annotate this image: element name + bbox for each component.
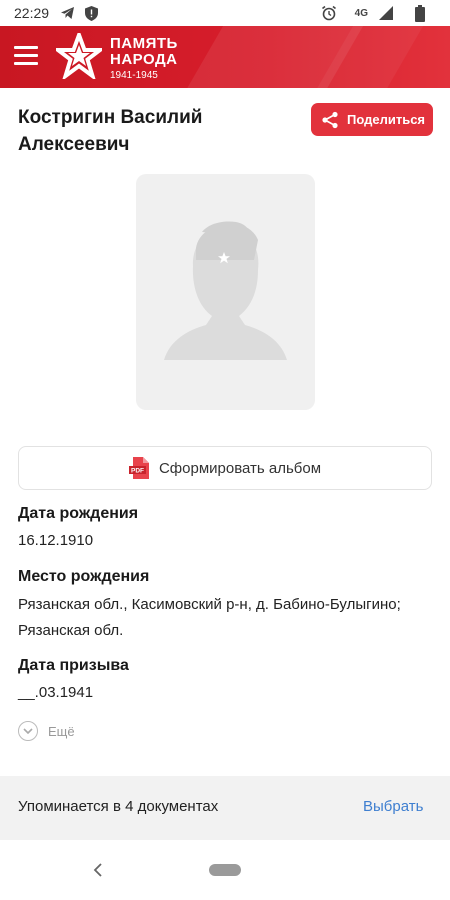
menu-icon-line — [14, 54, 38, 57]
shield-icon — [83, 5, 99, 21]
person-name: Костригин Василий Алексеевич — [18, 107, 203, 155]
draft-date-value: __.03.1941 — [18, 684, 94, 701]
network-type-label: 4G — [354, 7, 368, 19]
more-label: Ещё — [48, 723, 75, 739]
telegram-icon — [59, 5, 75, 21]
back-arrow-icon[interactable] — [88, 858, 108, 882]
menu-icon-line — [14, 46, 38, 49]
birth-date-label: Дата рождения — [18, 505, 139, 522]
share-icon — [322, 111, 338, 128]
app-logo-text: ПАМЯТЬ НАРОДА 1941-1945 — [110, 36, 178, 82]
share-button-label: Поделиться — [347, 112, 426, 127]
home-pill-button[interactable] — [209, 864, 241, 876]
battery-icon — [412, 4, 428, 22]
select-documents-link[interactable]: Выбрать — [363, 798, 423, 815]
menu-button[interactable] — [14, 46, 38, 66]
pdf-icon: PDF — [128, 457, 149, 479]
birth-place-label: Место рождения — [18, 568, 150, 585]
documents-count-text: Упоминается в 4 документах — [18, 798, 219, 815]
soldier-silhouette-icon — [164, 221, 287, 360]
birth-place-value: Рязанская обл., Касимовский р-н, д. Баби… — [18, 596, 401, 639]
logo-line-1: ПАМЯТЬ — [110, 35, 178, 52]
chevron-down-icon — [18, 721, 38, 741]
status-time: 22:29 — [14, 5, 50, 21]
signal-icon — [378, 5, 394, 21]
draft-date-label: Дата призыва — [18, 657, 129, 674]
more-button[interactable]: Ещё — [18, 721, 75, 741]
logo-line-2: НАРОДА — [110, 51, 178, 68]
person-photo-placeholder — [136, 174, 315, 410]
create-album-button[interactable]: PDF Сформировать альбом — [18, 446, 432, 490]
status-bar: 22:29 4G — [0, 0, 450, 26]
app-bar: ПАМЯТЬ НАРОДА 1941-1945 — [0, 26, 450, 88]
logo-years: 1941-1945 — [110, 70, 158, 81]
menu-icon-line — [14, 62, 38, 65]
create-album-label: Сформировать альбом — [158, 459, 322, 477]
birth-date-value: 16.12.1910 — [18, 532, 94, 549]
svg-text:PDF: PDF — [131, 468, 144, 475]
alarm-icon — [321, 5, 337, 21]
star-logo-icon — [56, 33, 102, 79]
share-button[interactable]: Поделиться — [311, 103, 433, 136]
documents-bar: Упоминается в 4 документах Выбрать — [0, 776, 450, 840]
